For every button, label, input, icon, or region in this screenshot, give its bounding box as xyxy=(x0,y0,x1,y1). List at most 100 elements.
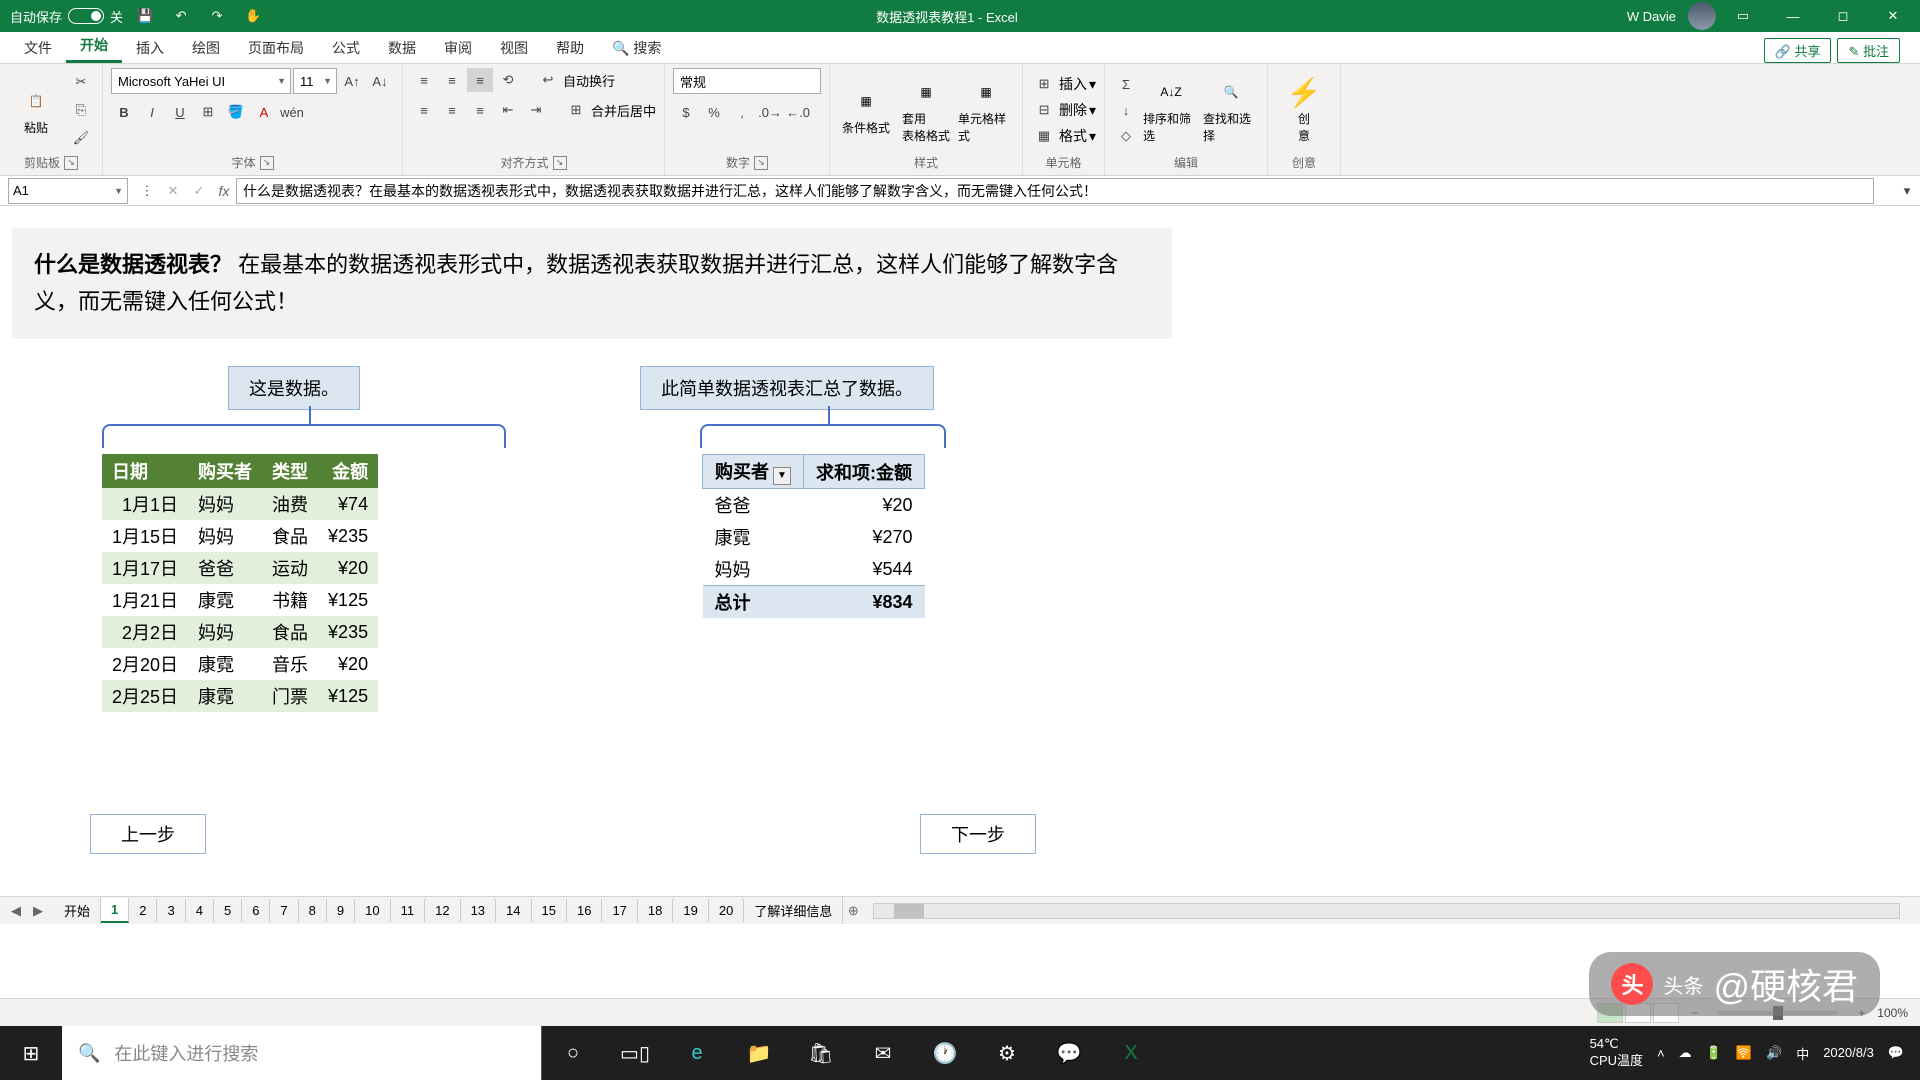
sort-filter-button[interactable]: A↓Z排序和筛选 xyxy=(1143,76,1199,144)
cancel-formula-button[interactable]: ✕ xyxy=(160,179,186,203)
increase-decimal-button[interactable]: .0→ xyxy=(757,100,783,124)
tab-home[interactable]: 开始 xyxy=(66,29,122,63)
format-painter-button[interactable]: 🖌 xyxy=(68,126,94,150)
pivot-header-buyer[interactable]: 购买者▼ xyxy=(703,455,804,489)
sheet-tab-6[interactable]: 6 xyxy=(242,899,270,922)
number-format-combo[interactable]: 常规▼ xyxy=(673,68,821,94)
sheet-tab-16[interactable]: 16 xyxy=(567,899,602,922)
expand-formula-bar[interactable]: ▾ xyxy=(1894,179,1920,203)
undo-button[interactable]: ↶ xyxy=(167,2,195,30)
tray-notifications-icon[interactable]: 💬 xyxy=(1888,1045,1904,1061)
sheet-tab-7[interactable]: 7 xyxy=(270,899,298,922)
delete-cells-button[interactable]: ⊟删除 ▾ xyxy=(1031,98,1096,122)
pivot-filter-button[interactable]: ▼ xyxy=(773,467,791,485)
sheet-tab-4[interactable]: 4 xyxy=(186,899,214,922)
sheet-tab-11[interactable]: 11 xyxy=(391,899,426,922)
tray-temperature[interactable]: 54℃CPU温度 xyxy=(1590,1036,1643,1070)
font-color-button[interactable]: A xyxy=(251,100,277,124)
fill-color-button[interactable]: 🪣 xyxy=(223,100,249,124)
insert-cells-button[interactable]: ⊞插入 ▾ xyxy=(1031,72,1096,96)
decrease-indent-button[interactable]: ⇤ xyxy=(495,98,521,122)
start-button[interactable]: ⊞ xyxy=(0,1026,62,1080)
cell-styles-button[interactable]: ▦单元格样式 xyxy=(958,76,1014,144)
tab-help[interactable]: 帮助 xyxy=(542,32,598,63)
tray-battery-icon[interactable]: 🔋 xyxy=(1706,1045,1722,1061)
tab-review[interactable]: 审阅 xyxy=(430,32,486,63)
formula-bar[interactable]: 什么是数据透视表？在最基本的数据透视表形式中，数据透视表获取数据并进行汇总，这样… xyxy=(236,178,1874,204)
increase-font-button[interactable]: A↑ xyxy=(339,69,365,93)
percent-button[interactable]: % xyxy=(701,100,727,124)
sheet-nav-first[interactable]: ◀ xyxy=(6,903,26,919)
user-name[interactable]: W Davie xyxy=(1627,9,1676,24)
store-icon[interactable]: 🛍 xyxy=(790,1026,852,1080)
tray-cloud-icon[interactable]: ☁ xyxy=(1679,1045,1692,1061)
close-button[interactable]: ✕ xyxy=(1870,0,1916,32)
tray-ime-icon[interactable]: 中 xyxy=(1796,1044,1809,1063)
font-name-combo[interactable]: Microsoft YaHei UI▼ xyxy=(111,68,291,94)
number-launcher[interactable]: ↘ xyxy=(754,156,768,170)
sheet-tab-10[interactable]: 10 xyxy=(355,899,390,922)
sheet-tab-14[interactable]: 14 xyxy=(496,899,531,922)
tray-clock[interactable]: 2020/8/3 xyxy=(1823,1045,1874,1062)
file-explorer-icon[interactable]: 📁 xyxy=(728,1026,790,1080)
sheet-tab-start[interactable]: 开始 xyxy=(54,897,101,924)
share-button[interactable]: 🔗 共享 xyxy=(1764,38,1832,63)
autosave-toggle[interactable]: 自动保存 关 xyxy=(10,7,123,26)
italic-button[interactable]: I xyxy=(139,100,165,124)
tab-layout[interactable]: 页面布局 xyxy=(234,32,318,63)
clear-button[interactable]: ◇ xyxy=(1113,124,1139,148)
zoom-level[interactable]: 100% xyxy=(1877,1006,1908,1020)
sheet-tab-17[interactable]: 17 xyxy=(602,899,637,922)
name-box[interactable]: A1▼ xyxy=(8,178,128,204)
tray-wifi-icon[interactable]: 🛜 xyxy=(1736,1045,1752,1061)
touch-mode-button[interactable]: ✋ xyxy=(239,2,267,30)
cut-button[interactable]: ✂ xyxy=(68,70,94,94)
align-left-button[interactable]: ≡ xyxy=(411,98,437,122)
paste-button[interactable]: 📋 粘贴 xyxy=(8,85,64,136)
sheet-tab-2[interactable]: 2 xyxy=(129,899,157,922)
currency-button[interactable]: $ xyxy=(673,100,699,124)
dropdown-arrow[interactable]: ⋮ xyxy=(134,179,160,203)
border-button[interactable]: ⊞ xyxy=(195,100,221,124)
tell-me-search[interactable]: 🔍 搜索 xyxy=(598,32,675,63)
sheet-tab-12[interactable]: 12 xyxy=(425,899,460,922)
new-sheet-button[interactable]: ⊕ xyxy=(843,903,863,919)
cortana-button[interactable]: ○ xyxy=(542,1026,604,1080)
sheet-tab-more[interactable]: 了解详细信息 xyxy=(744,897,843,924)
comma-button[interactable]: , xyxy=(729,100,755,124)
align-center-button[interactable]: ≡ xyxy=(439,98,465,122)
settings-icon[interactable]: ⚙ xyxy=(976,1026,1038,1080)
tray-volume-icon[interactable]: 🔊 xyxy=(1766,1045,1782,1061)
pinyin-button[interactable]: wén xyxy=(279,100,305,124)
maximize-button[interactable]: ◻ xyxy=(1820,0,1866,32)
sheet-nav-last[interactable]: ▶ xyxy=(28,903,48,919)
fx-button[interactable]: fx xyxy=(212,183,236,199)
tab-draw[interactable]: 绘图 xyxy=(178,32,234,63)
avatar[interactable] xyxy=(1688,2,1716,30)
ideas-button[interactable]: ⚡创 意 xyxy=(1276,76,1332,144)
redo-button[interactable]: ↷ xyxy=(203,2,231,30)
sheet-tab-20[interactable]: 20 xyxy=(709,899,744,922)
edge-icon[interactable]: e xyxy=(666,1026,728,1080)
wechat-icon[interactable]: 💬 xyxy=(1038,1026,1100,1080)
worksheet-area[interactable]: 什么是数据透视表？ 在最基本的数据透视表形式中，数据透视表获取数据并进行汇总，这… xyxy=(0,206,1920,896)
sheet-tab-13[interactable]: 13 xyxy=(461,899,496,922)
minimize-button[interactable]: — xyxy=(1770,0,1816,32)
align-top-button[interactable]: ≡ xyxy=(411,68,437,92)
font-launcher[interactable]: ↘ xyxy=(260,156,274,170)
ribbon-options-button[interactable]: ▭ xyxy=(1720,0,1766,32)
font-size-combo[interactable]: 11▼ xyxy=(293,68,337,94)
increase-indent-button[interactable]: ⇥ xyxy=(523,98,549,122)
format-cells-button[interactable]: ▦格式 ▾ xyxy=(1031,124,1096,148)
bold-button[interactable]: B xyxy=(111,100,137,124)
save-button[interactable]: 💾 xyxy=(131,2,159,30)
excel-taskbar-icon[interactable]: X xyxy=(1100,1026,1162,1080)
align-right-button[interactable]: ≡ xyxy=(467,98,493,122)
align-middle-button[interactable]: ≡ xyxy=(439,68,465,92)
orientation-button[interactable]: ⟲ xyxy=(495,68,521,92)
sheet-tab-15[interactable]: 15 xyxy=(532,899,567,922)
fill-button[interactable]: ↓ xyxy=(1113,98,1139,122)
align-launcher[interactable]: ↘ xyxy=(553,156,567,170)
tab-insert[interactable]: 插入 xyxy=(122,32,178,63)
decrease-decimal-button[interactable]: ←.0 xyxy=(785,100,811,124)
